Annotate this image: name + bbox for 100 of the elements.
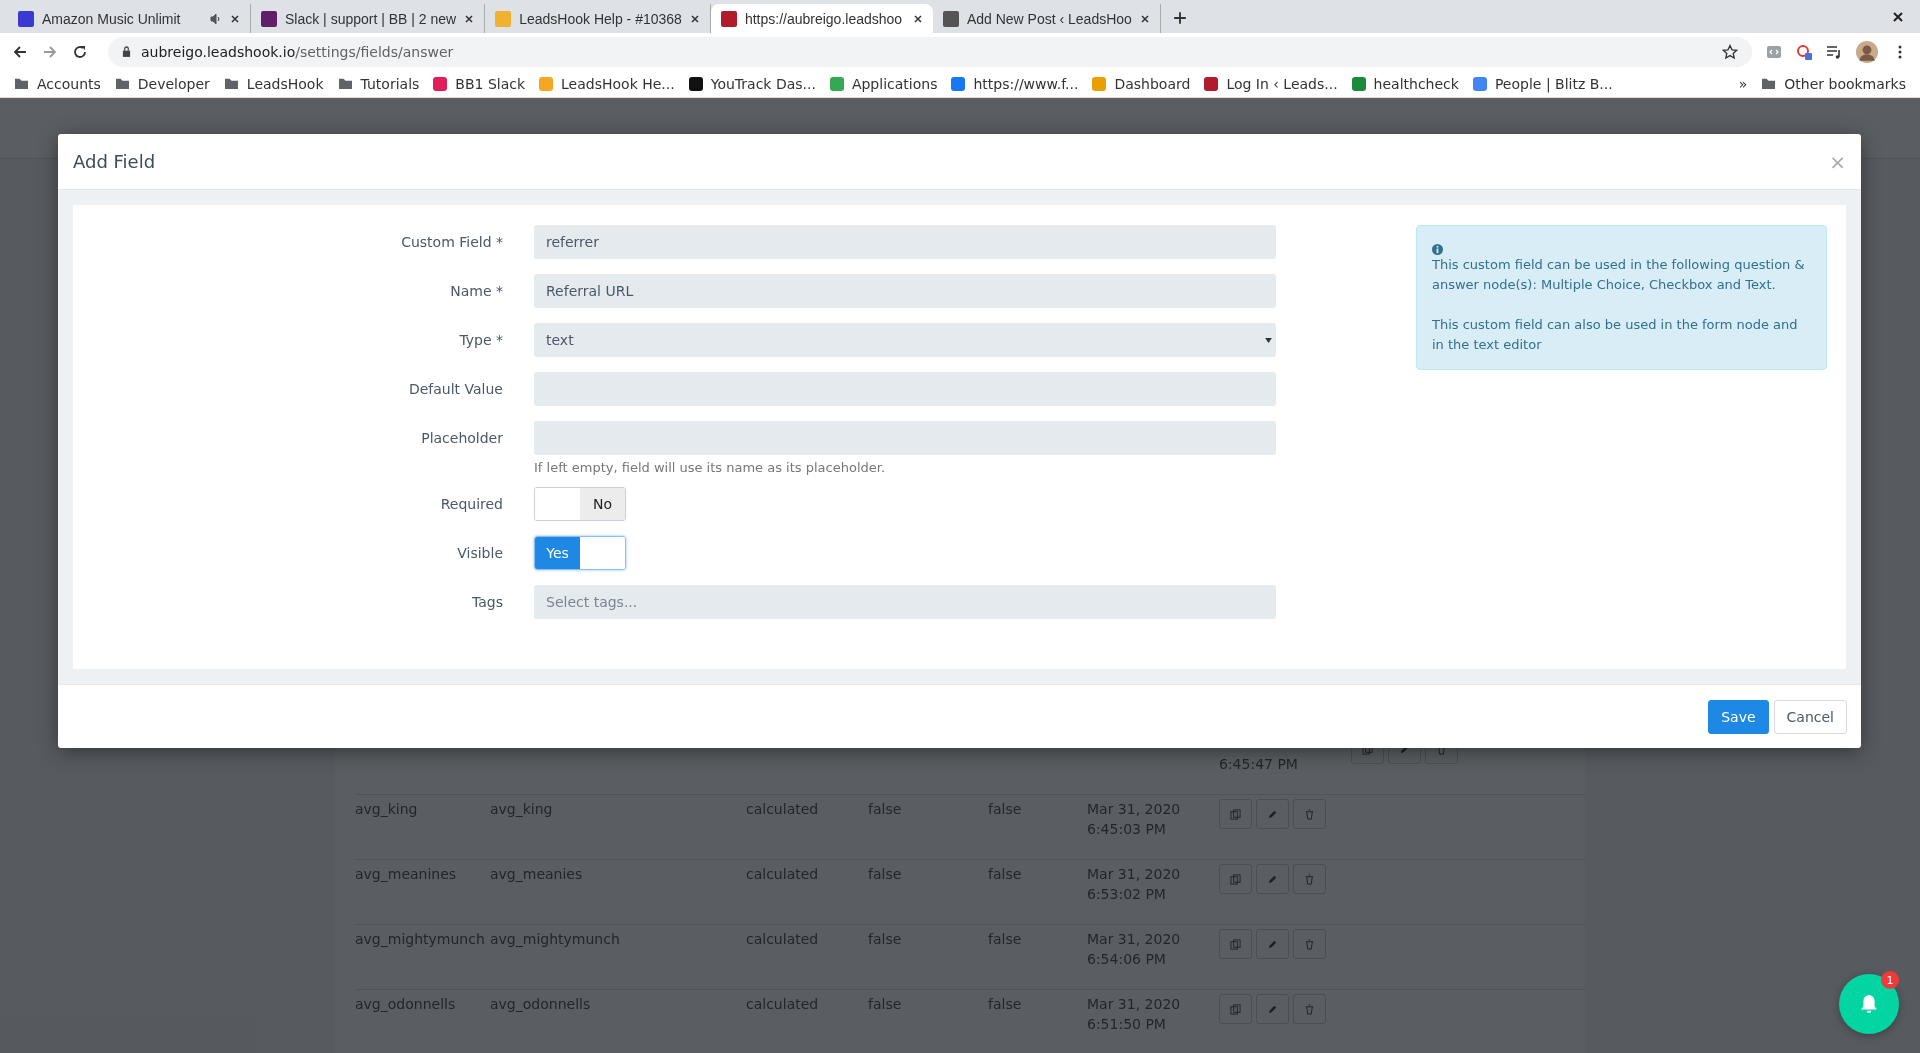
table-cell-text: calculated [746, 800, 820, 819]
speaker-icon[interactable] [210, 12, 222, 25]
favicon-icon [495, 10, 512, 27]
table-cell-text: avg_meanies [490, 865, 584, 884]
close-tab-icon[interactable] [464, 13, 475, 24]
field-label: Name * [449, 283, 504, 299]
table-cell-text: false [988, 930, 1023, 949]
bookmark[interactable]: Tutorials [337, 75, 420, 92]
type-select[interactable]: text [534, 323, 1276, 357]
url-text: aubreigo.leadshook.io/settings/fields/answer [141, 43, 454, 60]
bookmark[interactable]: LeadsHook [223, 75, 324, 92]
bookmark[interactable]: BB1 Slack [433, 75, 526, 92]
field-label: Tags [471, 594, 504, 610]
bookmark[interactable]: Developer [114, 75, 210, 92]
input-field[interactable] [534, 421, 1276, 455]
folder-icon [14, 77, 29, 90]
favicon-icon [1092, 76, 1107, 91]
close-window-icon[interactable] [1892, 11, 1904, 23]
table-cell-text: false [868, 865, 903, 884]
bookmark[interactable]: https://www.f... [951, 75, 1079, 92]
bookmark[interactable]: LeadsHook He... [539, 75, 675, 92]
bookmark[interactable]: Other bookmarks [1761, 75, 1906, 92]
input-field[interactable] [534, 372, 1276, 406]
back-icon[interactable] [12, 43, 28, 60]
code-icon[interactable] [1766, 43, 1782, 60]
folder-icon [223, 77, 239, 90]
new-tab-icon[interactable] [1172, 11, 1187, 25]
table-cell-text: avg_odonnells [355, 995, 457, 1014]
tab-title: Slack | support | BB | 2 new [285, 10, 457, 27]
reload-icon[interactable] [72, 43, 88, 60]
table-cell-text: avg_odonnells [490, 995, 592, 1014]
field-label: Required [439, 496, 504, 512]
bookmark[interactable]: Accounts [14, 75, 101, 92]
forward-icon[interactable] [42, 43, 58, 60]
table-cell-text: false [868, 995, 903, 1014]
info-text: This custom field can also be used in the form node and in the text editor [1432, 316, 1799, 354]
close-tab-icon[interactable] [1139, 13, 1150, 24]
table-cell-text: avg_king [355, 800, 419, 819]
tab-title: https://aubreigo.leadshoo [744, 10, 904, 27]
bookmark[interactable]: Log In ‹ Leads... [1204, 75, 1338, 92]
favicon-icon [539, 76, 554, 91]
address-bar[interactable]: aubreigo.leadshook.io/settings/fields/answer [108, 36, 1752, 67]
favicon-icon [688, 76, 703, 91]
date-cell-text: Mar 31, 2020 6:45:03 PM [1087, 800, 1182, 839]
table-cell-text: false [868, 930, 903, 949]
favicon-icon [829, 76, 844, 91]
table-cell-text: calculated [746, 865, 820, 884]
favicon-icon [1204, 76, 1219, 91]
close-tab-icon[interactable] [230, 13, 240, 24]
tab-title: Amazon Music Unlimit [42, 10, 182, 27]
date-cell-text: Mar 31, 2020 6:51:50 PM [1087, 995, 1182, 1034]
table-cell-text: calculated [746, 930, 820, 949]
bookmark[interactable]: Dashboard [1092, 75, 1191, 92]
bookmark[interactable]: Applications [829, 75, 938, 92]
input-field[interactable]: referrer [534, 225, 1276, 259]
info-icon [1432, 244, 1443, 255]
toggle-switch[interactable]: No [534, 487, 626, 521]
close-tab-icon[interactable] [912, 13, 923, 24]
table-cell-text: avg_mightymunch [355, 930, 486, 949]
bookmark[interactable]: healthcheck [1351, 75, 1459, 92]
table-cell-text: false [988, 800, 1023, 819]
field-label: Custom Field * [400, 234, 504, 250]
favicon-icon [1472, 76, 1487, 91]
cancel-button[interactable]: Cancel [1773, 699, 1847, 734]
favicon-icon [433, 76, 448, 91]
input-field[interactable]: Referral URL [534, 274, 1276, 308]
caret-icon [1265, 337, 1272, 343]
date-cell-text: Mar 31, 2020 6:53:02 PM [1087, 865, 1182, 904]
favicon-icon [942, 10, 959, 27]
field-label: Type * [458, 332, 504, 348]
playlist-icon[interactable] [1826, 43, 1842, 60]
table-cell-text: false [988, 995, 1023, 1014]
table-cell-text: avg_meanines [355, 865, 458, 884]
field-label: Default Value [407, 381, 504, 397]
bookmark[interactable]: YouTrack Das... [688, 75, 816, 92]
folder-icon [337, 77, 353, 90]
folder-icon [1761, 77, 1777, 90]
favicon-icon [1351, 76, 1366, 91]
table-cell-text: calculated [746, 995, 820, 1014]
favicon-icon [720, 10, 737, 27]
browser-tab[interactable]: https://aubreigo.leadshoo [710, 4, 933, 33]
info-text: This custom field can be used in the following question & answer node(s): Multiple Choice, Checkbox and Text. [1432, 256, 1806, 294]
bookmark[interactable]: People | Blitz B... [1472, 75, 1613, 92]
folder-icon [114, 77, 130, 90]
star-icon[interactable] [1722, 43, 1738, 60]
table-cell-text: false [988, 865, 1023, 884]
tab-title: Add New Post ‹ LeadsHoo [966, 10, 1132, 27]
date-cell-text: Mar 31, 2020 6:54:06 PM [1087, 930, 1182, 969]
favicon-icon [18, 10, 34, 27]
tab-title: LeadsHook Help - #10368 [519, 10, 682, 27]
extension-icon[interactable] [1796, 43, 1812, 60]
help-text: If left empty, field will use its name as its placeholder. [534, 460, 887, 475]
save-button[interactable]: Save [1708, 699, 1769, 734]
avatar-icon[interactable] [1856, 40, 1878, 63]
field-label: Placeholder [420, 430, 504, 446]
toggle-switch[interactable]: Yes [534, 536, 626, 570]
table-cell-text: avg_mightymunch [490, 930, 621, 949]
more-bookmarks-button[interactable]: » [1738, 75, 1748, 92]
close-tab-icon[interactable] [689, 13, 700, 24]
lock-icon [122, 46, 131, 57]
